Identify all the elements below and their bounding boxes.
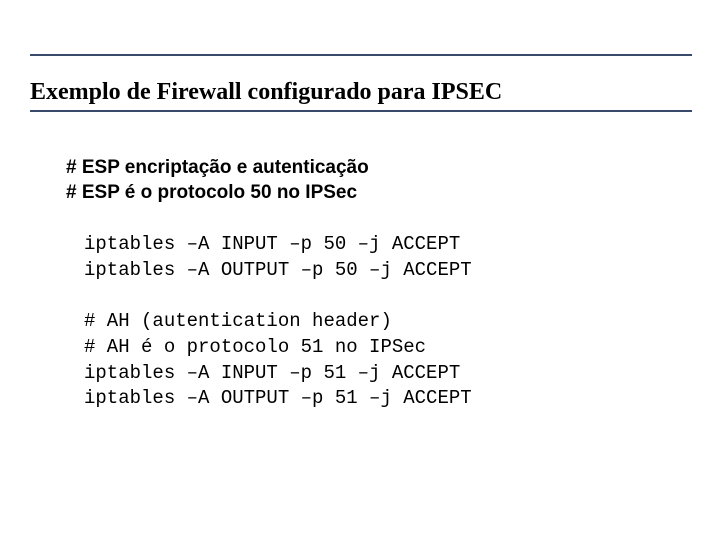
comment-line: # ESP encriptação e autenticação xyxy=(66,155,690,181)
code-line: iptables –A INPUT –p 50 –j ACCEPT xyxy=(84,232,690,258)
comment-line: # ESP é o protocolo 50 no IPSec xyxy=(66,180,690,206)
code-line: # AH é o protocolo 51 no IPSec xyxy=(84,335,690,361)
code-line: # AH (autentication header) xyxy=(84,309,690,335)
content-area: # ESP encriptação e autenticação # ESP é… xyxy=(66,155,690,412)
spacer xyxy=(84,283,690,309)
code-block-1: iptables –A INPUT –p 50 –j ACCEPT iptabl… xyxy=(84,232,690,412)
code-line: iptables –A OUTPUT –p 51 –j ACCEPT xyxy=(84,386,690,412)
code-line: iptables –A INPUT –p 51 –j ACCEPT xyxy=(84,361,690,387)
slide: Exemplo de Firewall configurado para IPS… xyxy=(0,0,720,540)
code-line: iptables –A OUTPUT –p 50 –j ACCEPT xyxy=(84,258,690,284)
divider-bottom xyxy=(30,110,692,112)
divider-top xyxy=(30,54,692,56)
page-title: Exemplo de Firewall configurado para IPS… xyxy=(30,78,690,107)
